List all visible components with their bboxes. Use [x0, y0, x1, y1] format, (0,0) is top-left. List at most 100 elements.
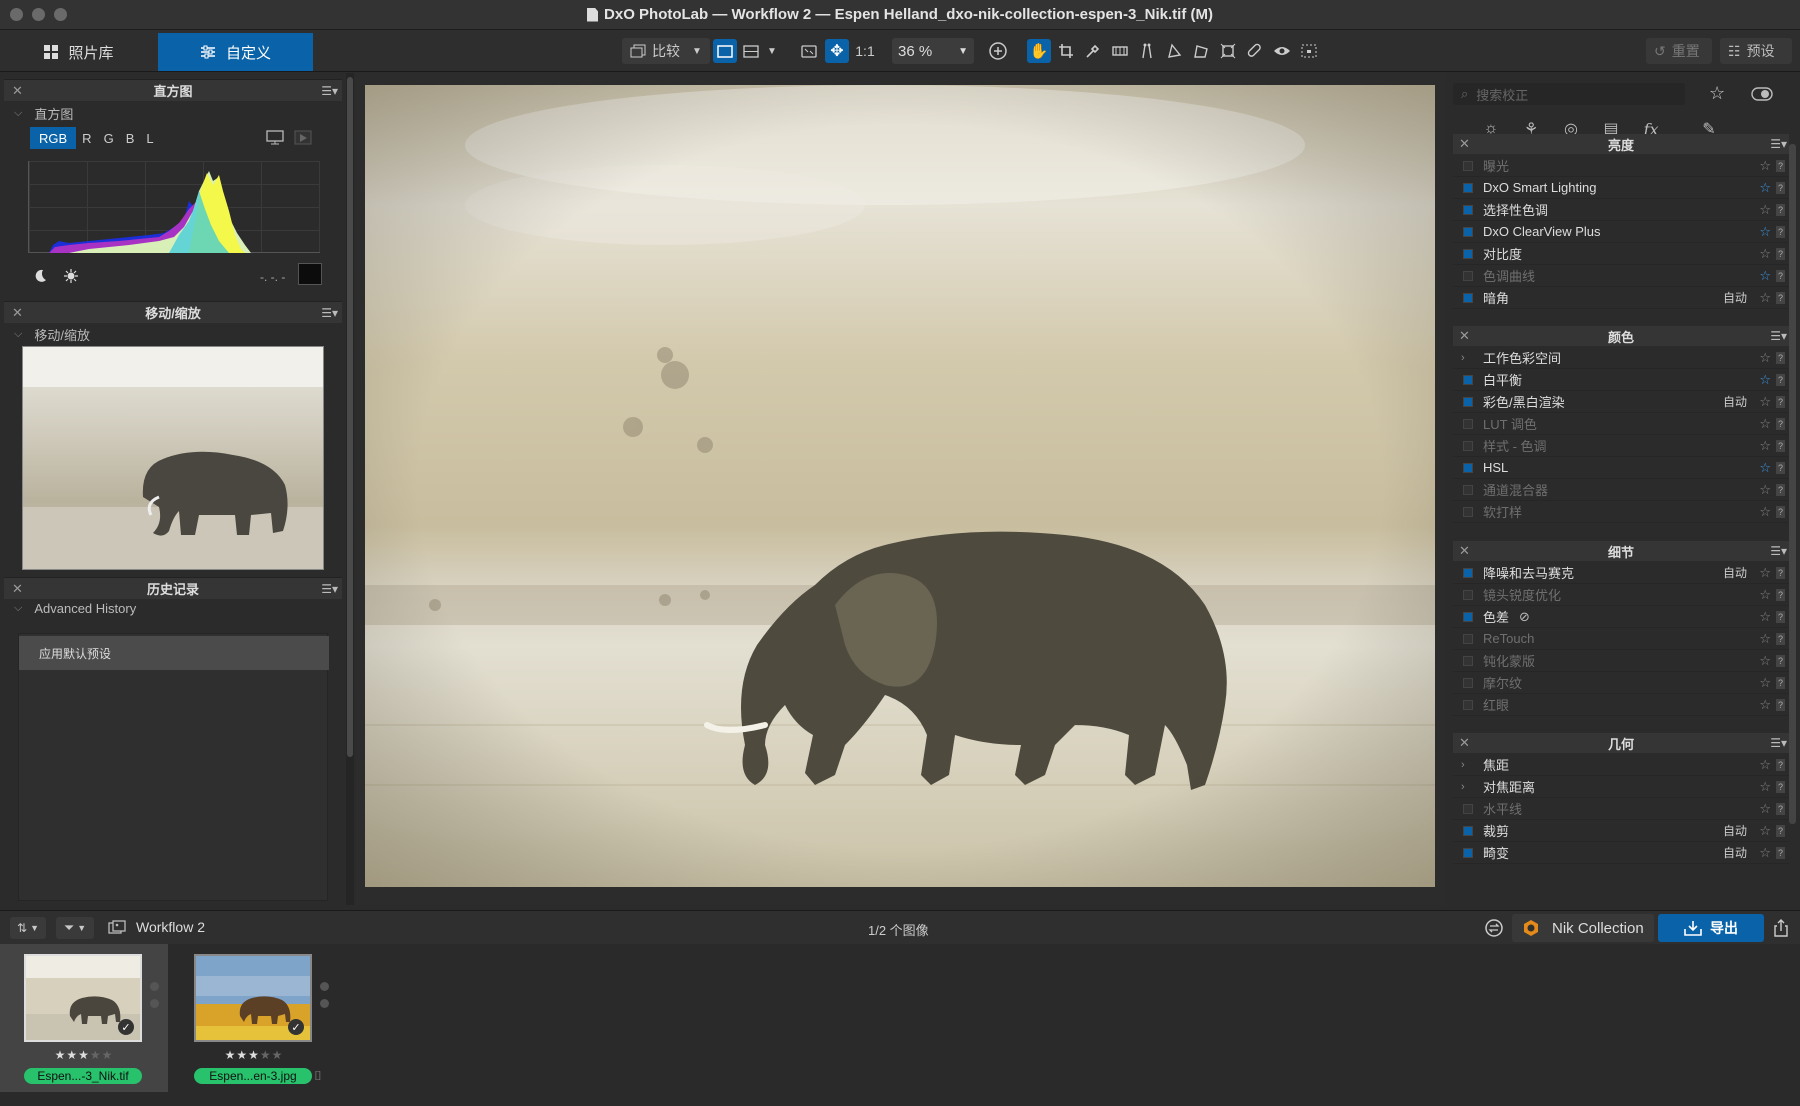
correction-row[interactable]: DxO ClearView Plus ☆?: [1453, 221, 1789, 243]
repair-tool-button[interactable]: [1243, 39, 1267, 63]
enable-checkbox[interactable]: [1463, 825, 1473, 836]
zoom-select[interactable]: 36 % ▼: [892, 38, 974, 64]
help-icon[interactable]: ?: [1776, 247, 1785, 260]
hand-tool-button[interactable]: ✋: [1027, 39, 1051, 63]
correction-row[interactable]: 色调曲线 ☆?: [1453, 265, 1789, 287]
navigator-subheader[interactable]: ⌵ 移动/缩放: [14, 325, 90, 344]
filmstrip-thumbnail[interactable]: ✓: [24, 954, 142, 1042]
split-view-button[interactable]: [739, 39, 763, 63]
correction-row[interactable]: 降噪和去马赛克 自动 ☆?: [1453, 562, 1789, 584]
image-viewer[interactable]: [356, 73, 1445, 905]
correction-row[interactable]: › 焦距 ☆?: [1453, 754, 1789, 776]
history-item[interactable]: 应用默认预设: [19, 636, 329, 670]
help-icon[interactable]: ?: [1776, 291, 1785, 304]
more-dots[interactable]: [320, 982, 329, 1008]
star-icon[interactable]: ☆: [1759, 757, 1771, 773]
close-icon[interactable]: ✕: [1459, 543, 1470, 559]
star-icon[interactable]: ☆: [1759, 482, 1771, 498]
local-adjustment-button[interactable]: [1189, 39, 1213, 63]
correction-row[interactable]: 曝光 ☆?: [1453, 155, 1789, 177]
correction-row[interactable]: 水平线 ☆?: [1453, 798, 1789, 820]
correction-row[interactable]: 畸变 自动 ☆?: [1453, 842, 1789, 864]
more-dots[interactable]: [150, 982, 159, 1008]
help-icon[interactable]: ?: [1776, 654, 1785, 667]
enable-checkbox[interactable]: [1463, 633, 1473, 644]
enable-checkbox[interactable]: [1463, 396, 1473, 407]
left-panel-scrollbar[interactable]: [346, 73, 354, 905]
enable-checkbox[interactable]: [1463, 374, 1473, 385]
help-icon[interactable]: ?: [1776, 588, 1785, 601]
rating-stars[interactable]: ★★★★★: [0, 1048, 168, 1062]
section-menu-icon[interactable]: ☰▾: [1770, 137, 1787, 151]
fit-to-screen-button[interactable]: [797, 39, 821, 63]
star-icon[interactable]: ☆: [1759, 845, 1771, 861]
help-icon[interactable]: ?: [1776, 395, 1785, 408]
star-icon[interactable]: ☆: [1759, 202, 1771, 218]
correction-row[interactable]: 摩尔纹 ☆?: [1453, 672, 1789, 694]
enable-checkbox[interactable]: [1463, 270, 1473, 281]
correction-row[interactable]: 白平衡 ☆?: [1453, 369, 1789, 391]
eye-hidden-icon[interactable]: ⊘: [1519, 609, 1530, 625]
single-view-button[interactable]: [713, 39, 737, 63]
enable-checkbox[interactable]: [1463, 699, 1473, 710]
watermark-tool-button[interactable]: [1297, 39, 1321, 63]
chevron-right-icon[interactable]: ›: [1461, 352, 1471, 364]
nik-collection-button[interactable]: Nik Collection: [1512, 914, 1654, 942]
favorites-star-icon[interactable]: ☆: [1709, 83, 1725, 104]
star-icon[interactable]: ☆: [1759, 675, 1771, 691]
star-icon[interactable]: ☆: [1759, 697, 1771, 713]
volume-deformation-button[interactable]: [1162, 39, 1186, 63]
enable-checkbox[interactable]: [1463, 484, 1473, 495]
help-icon[interactable]: ?: [1776, 181, 1785, 194]
channel-b-button[interactable]: B: [120, 127, 141, 149]
correction-row[interactable]: 裁剪 自动 ☆?: [1453, 820, 1789, 842]
chevron-right-icon[interactable]: ›: [1461, 781, 1471, 793]
star-icon[interactable]: ☆: [1759, 246, 1771, 262]
section-color-header[interactable]: ✕ 颜色 ☰▾: [1453, 326, 1789, 346]
section-menu-icon[interactable]: ☰▾: [1770, 544, 1787, 558]
star-icon[interactable]: ☆: [1759, 268, 1771, 284]
correction-row[interactable]: ReTouch ☆?: [1453, 628, 1789, 650]
correction-row[interactable]: 钝化蒙版 ☆?: [1453, 650, 1789, 672]
red-eye-tool-button[interactable]: [1270, 39, 1294, 63]
navigator-thumbnail[interactable]: [22, 346, 324, 570]
enable-checkbox[interactable]: [1463, 418, 1473, 429]
section-menu-icon[interactable]: ☰▾: [1770, 329, 1787, 343]
highlight-clipping-sun-icon[interactable]: [63, 268, 79, 287]
checkmark-icon[interactable]: ✓: [118, 1019, 134, 1035]
star-icon[interactable]: ☆: [1759, 394, 1771, 410]
help-icon[interactable]: ?: [1776, 351, 1785, 364]
transfer-button[interactable]: [1482, 916, 1506, 940]
star-icon[interactable]: ☆: [1759, 565, 1771, 581]
correction-row[interactable]: 通道混合器 ☆?: [1453, 479, 1789, 501]
section-detail-header[interactable]: ✕ 细节 ☰▾: [1453, 541, 1789, 561]
help-icon[interactable]: ?: [1776, 698, 1785, 711]
help-icon[interactable]: ?: [1776, 439, 1785, 452]
help-icon[interactable]: ?: [1776, 676, 1785, 689]
star-icon[interactable]: ☆: [1759, 438, 1771, 454]
help-icon[interactable]: ?: [1776, 483, 1785, 496]
horizon-tool-button[interactable]: [1108, 39, 1132, 63]
correction-row[interactable]: DxO Smart Lighting ☆?: [1453, 177, 1789, 199]
help-icon[interactable]: ?: [1776, 632, 1785, 645]
histogram-subheader[interactable]: ⌵ 直方图: [14, 104, 73, 123]
share-button[interactable]: [1770, 917, 1792, 939]
filmstrip-item[interactable]: ✓ ★★★★★ Espen...en-3.jpg ⌷: [170, 944, 338, 1092]
close-icon[interactable]: ✕: [12, 83, 23, 99]
help-icon[interactable]: ?: [1776, 802, 1785, 815]
close-window-button[interactable]: [10, 8, 23, 21]
enable-checkbox[interactable]: [1463, 462, 1473, 473]
enable-checkbox[interactable]: [1463, 440, 1473, 451]
section-geometry-header[interactable]: ✕ 几何 ☰▾: [1453, 733, 1789, 753]
correction-row[interactable]: 选择性色调 ☆?: [1453, 199, 1789, 221]
enable-checkbox[interactable]: [1463, 506, 1473, 517]
enable-checkbox[interactable]: [1463, 204, 1473, 215]
white-balance-picker-button[interactable]: [1081, 39, 1105, 63]
palette-menu-icon[interactable]: ☰▾: [321, 582, 338, 596]
correction-row[interactable]: › 工作色彩空间 ☆?: [1453, 347, 1789, 369]
enable-checkbox[interactable]: [1463, 589, 1473, 600]
close-icon[interactable]: ✕: [12, 305, 23, 321]
one-to-one-button[interactable]: 1:1: [853, 39, 877, 63]
enable-checkbox[interactable]: [1463, 226, 1473, 237]
close-icon[interactable]: ✕: [1459, 136, 1470, 152]
